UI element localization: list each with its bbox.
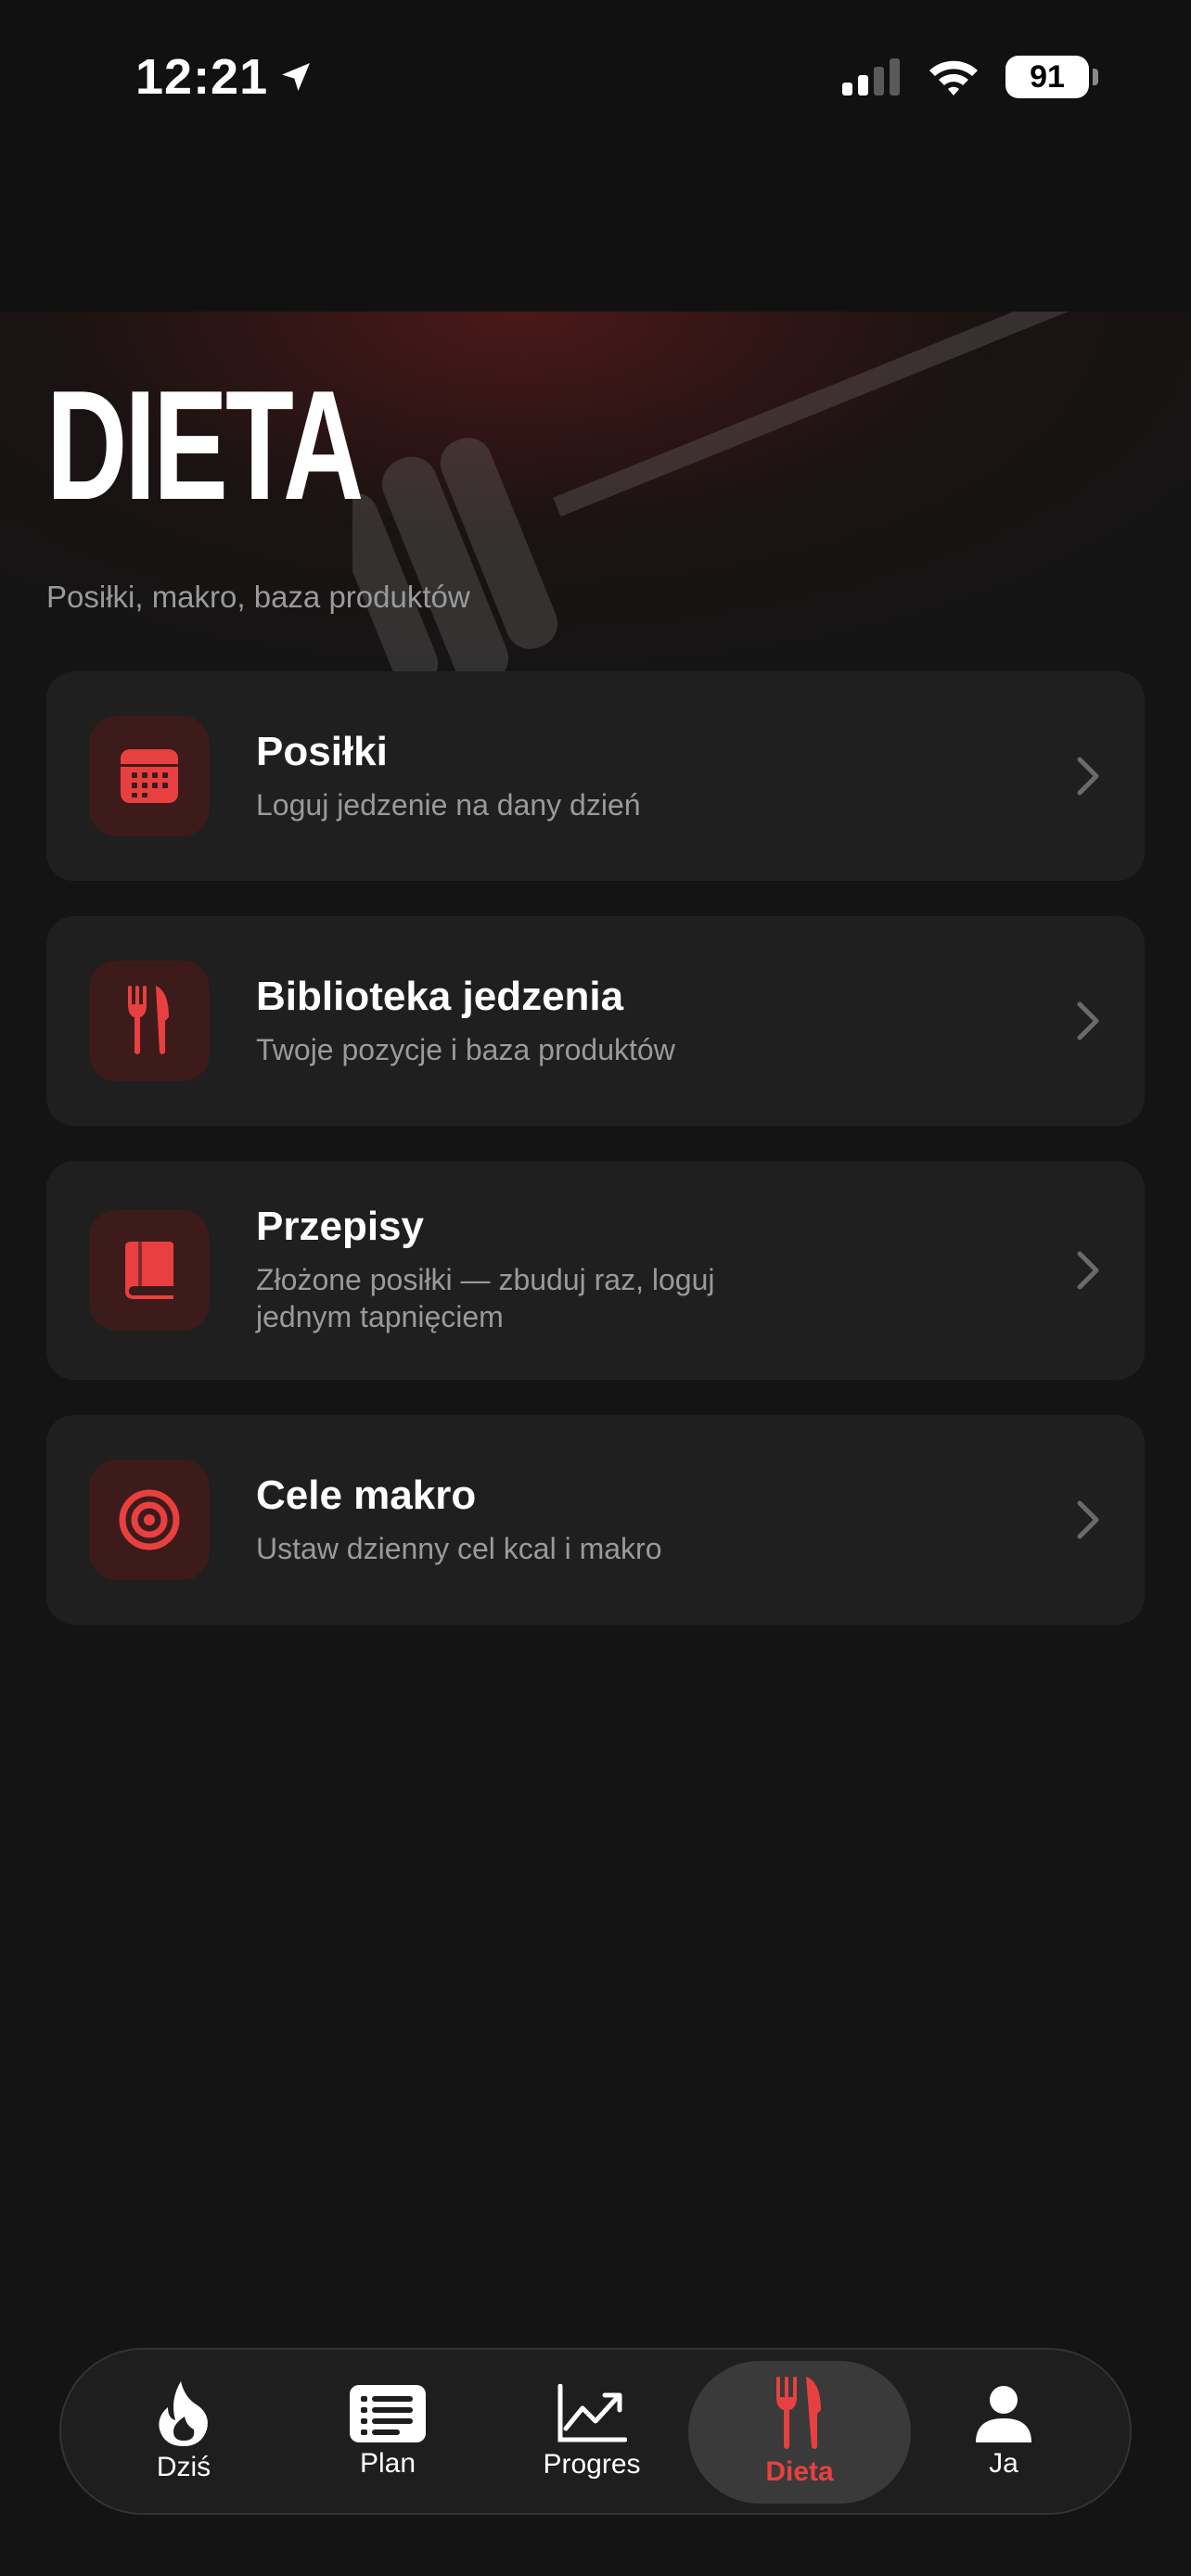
tab-label: Dieta	[765, 2456, 834, 2487]
chart-icon	[557, 2384, 627, 2442]
page-title: DIETA	[46, 358, 364, 532]
menu-item-posilki[interactable]: Posiłki Loguj jedzenie na dany dzień	[46, 671, 1145, 881]
menu-item-desc: Twoje pozycje i baza produktów	[256, 1033, 675, 1066]
menu-item-przepisy[interactable]: Przepisy Złożone posiłki — zbuduj raz, l…	[46, 1161, 1145, 1380]
flame-icon	[159, 2381, 208, 2446]
list-icon	[350, 2385, 426, 2442]
menu-icon-box	[89, 961, 210, 1081]
menu-item-desc: Złożone posiłki — zbuduj raz, loguj jedn…	[256, 1263, 715, 1333]
location-arrow-icon	[282, 63, 311, 91]
target-icon	[119, 1489, 180, 1550]
menu-item-title: Cele makro	[256, 1473, 477, 1518]
page-subtitle: Posiłki, makro, baza produktów	[46, 580, 470, 614]
menu-item-biblioteka[interactable]: Biblioteka jedzenia Twoje pozycje i baza…	[46, 916, 1145, 1126]
barbell-decoration	[352, 312, 1181, 682]
fork-knife-icon	[776, 2377, 821, 2449]
calendar-icon	[121, 749, 178, 803]
tab-plan[interactable]: Plan	[276, 2361, 499, 2504]
wifi-icon	[929, 60, 978, 96]
chevron-right-icon	[1077, 1251, 1099, 1290]
tab-label: Progres	[543, 2449, 641, 2480]
tab-progres[interactable]: Progres	[480, 2361, 703, 2504]
tab-dzis[interactable]: Dziś	[72, 2361, 295, 2504]
tab-label: Plan	[359, 2448, 416, 2479]
tab-label: Ja	[989, 2448, 1018, 2479]
fork-knife-icon	[128, 986, 169, 1054]
chevron-right-icon	[1077, 757, 1099, 796]
chevron-right-icon	[1077, 1001, 1099, 1040]
menu-item-desc: Ustaw dzienny cel kcal i makro	[256, 1532, 662, 1565]
tab-label: Dziś	[156, 2452, 211, 2482]
book-icon	[125, 1242, 173, 1299]
menu-icon-box	[89, 716, 210, 836]
status-time: 12:21	[135, 48, 314, 106]
status-bar: 12:21 91	[0, 0, 1191, 312]
tab-ja[interactable]: Ja	[892, 2361, 1115, 2504]
tab-dieta[interactable]: Dieta	[688, 2361, 911, 2504]
battery-indicator: 91	[1005, 56, 1098, 98]
person-icon	[976, 2386, 1031, 2442]
menu-item-cele-makro[interactable]: Cele makro Ustaw dzienny cel kcal i makr…	[46, 1415, 1145, 1625]
tab-bar: Dziś Plan Progres Dieta Ja	[59, 2348, 1132, 2515]
chevron-right-icon	[1077, 1500, 1099, 1539]
menu-icon-box	[89, 1460, 210, 1580]
signal-icon	[842, 58, 900, 96]
menu-icon-box	[89, 1210, 210, 1331]
menu-item-title: Biblioteka jedzenia	[256, 974, 624, 1019]
menu-item-title: Przepisy	[256, 1204, 424, 1249]
menu-item-desc: Loguj jedzenie na dany dzień	[256, 788, 641, 822]
menu-item-title: Posiłki	[256, 729, 388, 774]
status-indicators: 91	[842, 56, 1098, 98]
